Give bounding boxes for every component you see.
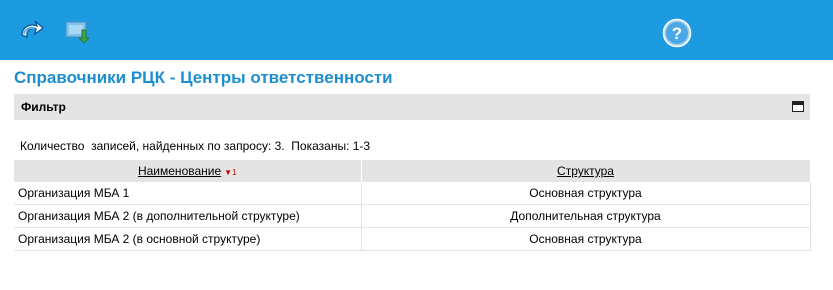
- records-count: Количество записей, найденных по запросу…: [20, 139, 371, 153]
- cell-structure: Основная структура: [361, 227, 811, 251]
- sort-by-name-link[interactable]: Наименование: [138, 164, 221, 178]
- sort-desc-icon: ▼1: [224, 168, 237, 177]
- table-row[interactable]: Организация МБА 2 (в дополнительной стру…: [14, 204, 811, 228]
- filter-label: Фильтр: [21, 100, 66, 114]
- svg-text:?: ?: [672, 24, 682, 43]
- table-row[interactable]: Организация МБА 1 Основная структура: [14, 182, 811, 205]
- maximize-icon[interactable]: [792, 101, 804, 112]
- cell-name: Организация МБА 2 (в основной структуре): [14, 227, 362, 251]
- results-table: Наименование ▼1 Структура Организация МБА…: [14, 160, 811, 251]
- filter-panel-header[interactable]: Фильтр: [14, 94, 810, 120]
- page-title: Справочники РЦК - Центры ответственности: [14, 68, 393, 87]
- toolbar: ?: [0, 0, 833, 60]
- cell-structure: Основная структура: [361, 182, 811, 205]
- column-header-name: Наименование ▼1: [14, 160, 362, 182]
- cell-structure: Дополнительная структура: [361, 204, 811, 228]
- cell-name: Организация МБА 2 (в дополнительной стру…: [14, 204, 362, 228]
- table-header-row: Наименование ▼1 Структура: [14, 160, 811, 182]
- column-header-structure: Структура: [361, 160, 811, 182]
- undo-icon[interactable]: [18, 17, 46, 45]
- help-icon[interactable]: ?: [662, 18, 692, 48]
- table-row[interactable]: Организация МБА 2 (в основной структуре)…: [14, 227, 811, 251]
- cell-name: Организация МБА 1: [14, 182, 362, 205]
- export-icon[interactable]: [64, 17, 92, 45]
- sort-by-structure-link[interactable]: Структура: [557, 164, 614, 178]
